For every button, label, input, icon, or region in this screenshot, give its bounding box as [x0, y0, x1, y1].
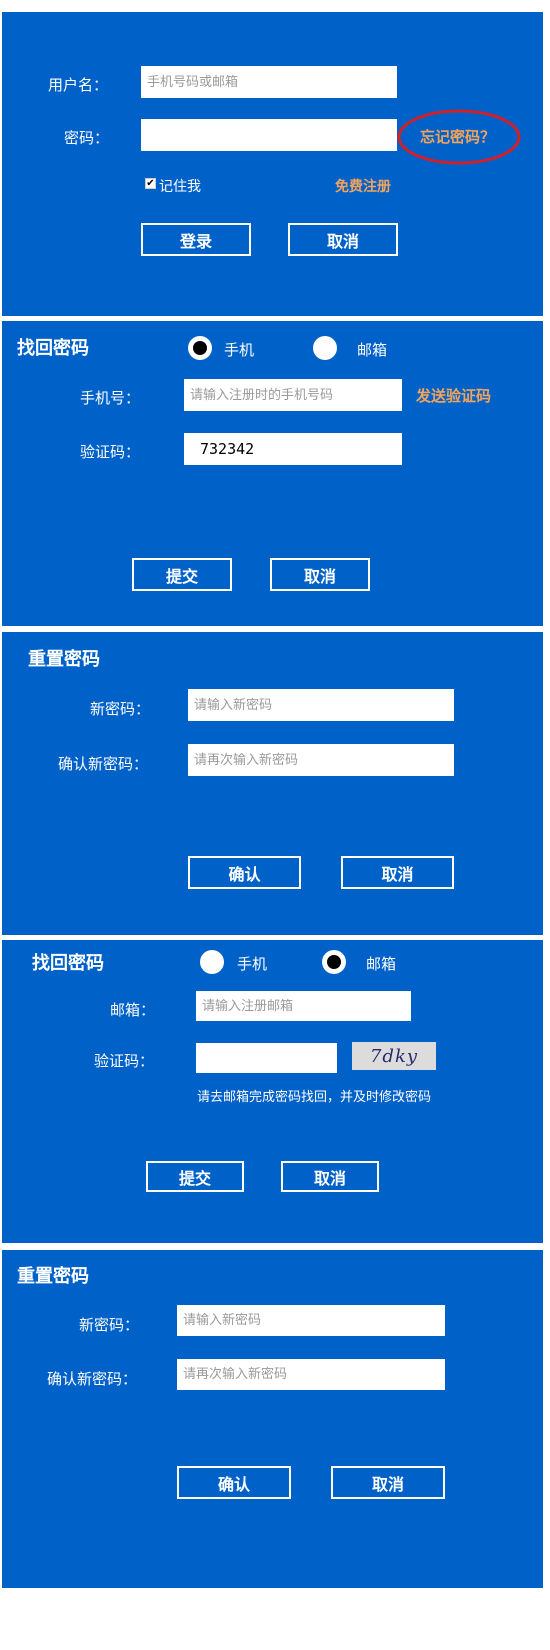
username-label: 用户名：: [48, 76, 109, 94]
confirm-button[interactable]: 确认: [177, 1466, 291, 1499]
login-panel: 用户名： 密码： 忘记密码？ ✔ 记住我 免费注册 登录 取消: [2, 12, 543, 316]
radio-email[interactable]: [313, 336, 337, 360]
reset-title: 重置密码: [28, 649, 100, 670]
code-label: 验证码：: [80, 443, 141, 461]
radio-phone[interactable]: [200, 950, 224, 974]
cancel-button[interactable]: 取消: [270, 558, 370, 591]
login-button[interactable]: 登录: [141, 223, 251, 256]
code-label: 验证码：: [94, 1052, 155, 1070]
cancel-button[interactable]: 取消: [331, 1466, 445, 1499]
code-input[interactable]: [196, 1043, 337, 1073]
recover-title: 找回密码: [32, 953, 104, 974]
radio-email[interactable]: [322, 950, 346, 974]
reset-title: 重置密码: [17, 1266, 89, 1287]
confirm-password-input[interactable]: [188, 744, 454, 776]
new-password-input[interactable]: [188, 689, 454, 721]
confirm-password-input[interactable]: [177, 1359, 445, 1390]
submit-button[interactable]: 提交: [132, 558, 232, 591]
recover-email-panel: 找回密码 手机 邮箱 邮箱： 验证码： 7dky 请去邮箱完成密码找回，并及时修…: [2, 940, 543, 1243]
captcha-image[interactable]: 7dky: [352, 1042, 436, 1070]
send-code-link[interactable]: 发送验证码: [416, 385, 491, 406]
confirm-button[interactable]: 确认: [188, 856, 301, 889]
recover-title: 找回密码: [17, 338, 89, 359]
new-password-label: 新密码：: [79, 1316, 140, 1334]
phone-input[interactable]: [184, 379, 402, 411]
cancel-button[interactable]: 取消: [281, 1161, 379, 1192]
email-hint: 请去邮箱完成密码找回，并及时修改密码: [197, 1090, 432, 1105]
radio-phone-label: 手机: [224, 341, 255, 359]
radio-email-label: 邮箱: [366, 955, 397, 973]
password-label: 密码：: [64, 129, 110, 147]
email-label: 邮箱：: [110, 1001, 156, 1019]
submit-button[interactable]: 提交: [146, 1161, 244, 1192]
radio-phone[interactable]: [188, 336, 212, 360]
radio-phone-label: 手机: [237, 955, 268, 973]
remember-checkbox[interactable]: ✔: [145, 178, 156, 189]
phone-label: 手机号：: [80, 389, 141, 407]
cancel-button[interactable]: 取消: [288, 223, 398, 256]
new-password-input[interactable]: [177, 1305, 445, 1336]
recover-phone-panel: 找回密码 手机 邮箱 手机号： 发送验证码 验证码： 提交 取消: [2, 321, 543, 626]
confirm-password-label: 确认新密码：: [47, 1370, 138, 1388]
radio-email-label: 邮箱: [357, 341, 388, 359]
reset-password-panel-2: 重置密码 新密码： 确认新密码： 确认 取消: [2, 1250, 543, 1588]
register-link[interactable]: 免费注册: [335, 176, 391, 196]
confirm-password-label: 确认新密码：: [58, 755, 149, 773]
forgot-password-link[interactable]: 忘记密码？: [420, 126, 495, 147]
code-input[interactable]: [184, 433, 402, 465]
cancel-button[interactable]: 取消: [341, 856, 454, 889]
reset-password-panel: 重置密码 新密码： 确认新密码： 确认 取消: [2, 632, 543, 935]
email-input[interactable]: [196, 991, 411, 1021]
username-input[interactable]: [141, 66, 397, 98]
new-password-label: 新密码：: [90, 700, 151, 718]
password-input[interactable]: [141, 119, 397, 151]
remember-label: 记住我: [159, 179, 201, 195]
